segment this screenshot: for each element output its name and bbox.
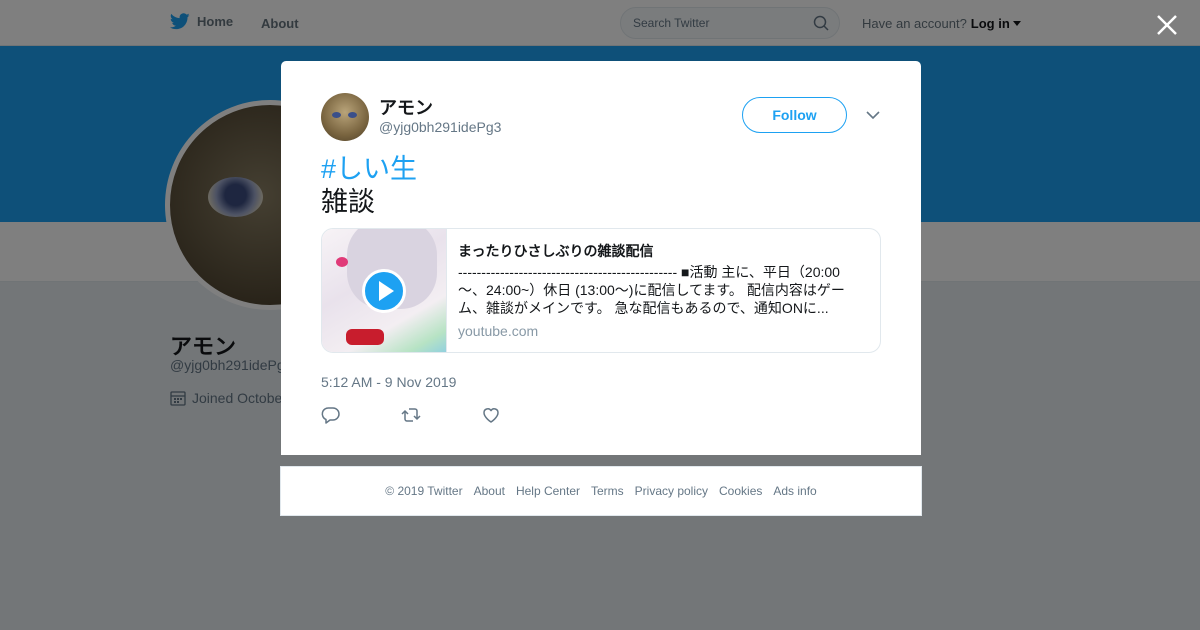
- tweet-hashtag-link[interactable]: #しい生: [321, 153, 417, 186]
- heart-icon[interactable]: [481, 405, 501, 425]
- retweet-icon[interactable]: [401, 405, 421, 425]
- footer-links: © 2019 Twitter About Help Center Terms P…: [280, 466, 922, 516]
- tweet-modal: アモン @yjg0bh291idePg3 Follow #しい生 雑談 まったり…: [281, 61, 921, 455]
- avatar-right-eye: [348, 112, 357, 118]
- footer-link-about[interactable]: About: [474, 484, 505, 498]
- tweet-timestamp[interactable]: 5:12 AM - 9 Nov 2019: [321, 374, 456, 390]
- footer-link-privacy[interactable]: Privacy policy: [635, 484, 708, 498]
- tweet-actions: [321, 405, 501, 425]
- tweet-author-handle[interactable]: @yjg0bh291idePg3: [379, 119, 501, 135]
- footer-link-terms[interactable]: Terms: [591, 484, 624, 498]
- footer-link-ads-info[interactable]: Ads info: [773, 484, 816, 498]
- tweet-text: #しい生 雑談: [321, 153, 417, 219]
- card-domain: youtube.com: [458, 323, 539, 339]
- tweet-author-avatar[interactable]: [321, 93, 369, 141]
- thumbnail-eye: [336, 257, 348, 267]
- reply-icon[interactable]: [321, 405, 341, 425]
- follow-button[interactable]: Follow: [742, 97, 847, 133]
- link-preview-card[interactable]: まったりひさしぶりの雑談配信 -------------------------…: [321, 228, 881, 353]
- thumbnail-bow: [346, 329, 384, 345]
- footer-link-cookies[interactable]: Cookies: [719, 484, 762, 498]
- play-icon[interactable]: [362, 269, 406, 313]
- tweet-author-name[interactable]: アモン: [379, 94, 433, 120]
- avatar-left-eye: [332, 112, 341, 118]
- chevron-down-icon[interactable]: [865, 109, 881, 121]
- card-description: ----------------------------------------…: [458, 264, 845, 316]
- close-icon[interactable]: [1154, 12, 1180, 38]
- card-thumbnail: [322, 229, 447, 352]
- copyright-text: © 2019 Twitter: [385, 484, 463, 498]
- tweet-body-text: 雑談: [321, 187, 375, 217]
- footer-link-help-center[interactable]: Help Center: [516, 484, 580, 498]
- card-title: まったりひさしぶりの雑談配信: [458, 243, 654, 259]
